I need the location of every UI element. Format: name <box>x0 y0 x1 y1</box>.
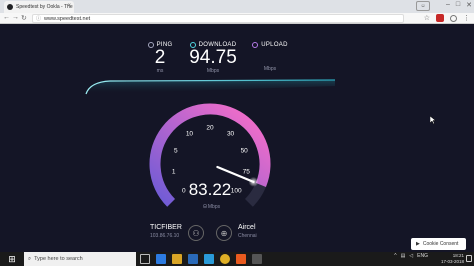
taskbar-clock[interactable]: 18:21 17-03-2018 <box>441 253 464 265</box>
back-arrow-icon[interactable]: ← <box>3 14 10 21</box>
server-name[interactable]: Aircel <box>238 224 256 231</box>
server-location: Chennai <box>238 233 257 239</box>
mail-icon[interactable] <box>204 254 214 264</box>
isp-name: TICFIBER <box>150 224 182 231</box>
store-icon[interactable] <box>188 254 198 264</box>
extension-area: ☆ ⋮ <box>424 14 470 22</box>
globe-icon[interactable]: ⊕ <box>216 225 232 241</box>
address-bar: ← → ↻ ⓘ www.speedtest.net ☆ ⋮ <box>0 13 474 24</box>
edge-icon[interactable] <box>156 254 166 264</box>
search-icon: ⌕ <box>28 255 32 262</box>
gauge-scale-label: 5 <box>174 147 178 154</box>
extension-grey-icon[interactable] <box>450 14 457 22</box>
menu-dots-icon[interactable]: ⋮ <box>463 14 470 22</box>
app-orange-icon[interactable] <box>236 254 246 264</box>
tab-close-icon[interactable]: × <box>67 3 71 9</box>
window-controls: – □ ✕ <box>446 1 472 9</box>
maximize-button[interactable]: □ <box>456 1 460 9</box>
volume-icon[interactable]: ◁ <box>409 253 413 259</box>
gauge-value: 83.22 <box>189 180 232 199</box>
gauge-scale-label: 10 <box>186 131 194 138</box>
speedtest-favicon-icon <box>7 4 13 10</box>
speedtest-stage: PING 2 ms DOWNLOAD 94.75 Mbps UPLOAD Mbp… <box>0 24 474 241</box>
gauge-scale-label: 100 <box>231 188 242 195</box>
file-explorer-icon[interactable] <box>172 254 182 264</box>
system-tray: ^ ▤ ◁ ENG <box>394 253 428 259</box>
browser-tab-bar: Speedtest by Ookla - The × ☺ – □ ✕ <box>0 0 474 13</box>
download-small-icon: ⊝ <box>202 203 207 210</box>
forward-arrow-icon[interactable]: → <box>12 14 19 21</box>
windows-start-icon[interactable]: ⊞ <box>0 252 24 266</box>
cookie-consent-button[interactable]: ▶ Cookie Consent <box>411 238 466 250</box>
gauge-unit: Mbps <box>208 204 221 210</box>
cookie-consent-label: Cookie Consent <box>422 241 459 247</box>
extension-red-icon[interactable] <box>436 14 444 22</box>
isp-ip: 103.86.76.10 <box>150 233 180 239</box>
gauge-scale-label: 30 <box>227 131 235 138</box>
taskbar: ⊞ ⌕ Type here to search ^ ▤ ◁ ENG 18:21 … <box>0 252 474 266</box>
chrome-icon[interactable] <box>220 254 230 264</box>
close-window-button[interactable]: ✕ <box>466 1 472 9</box>
taskbar-search-input[interactable]: ⌕ Type here to search <box>24 252 136 266</box>
clock-date: 17-03-2018 <box>440 259 464 264</box>
gauge-scale-label: 0 <box>182 188 186 195</box>
gauge-scale-label: 50 <box>241 147 249 154</box>
mouse-cursor <box>430 116 436 124</box>
minimize-button[interactable]: – <box>446 1 450 9</box>
gauge-scale-label: 20 <box>206 125 214 132</box>
task-view-icon[interactable] <box>140 254 150 264</box>
gauge-scale-label: 75 <box>243 169 251 176</box>
tab-title: Speedtest by Ookla - The <box>16 4 73 10</box>
user-profile-icon[interactable]: ☺ <box>416 1 430 11</box>
gauge-scale-label: 1 <box>172 169 176 176</box>
shield-icon: ▶ <box>416 241 420 247</box>
tray-up-arrow-icon[interactable]: ^ <box>394 253 396 259</box>
bookmark-star-icon[interactable]: ☆ <box>424 14 430 22</box>
graph-fill <box>86 80 335 94</box>
url-text: www.speedtest.net <box>44 15 91 22</box>
speed-gauge: 0 1 5 10 20 30 50 75 100 83.22 Mbps ⊝ <box>149 103 271 210</box>
browser-tab[interactable]: Speedtest by Ookla - The × <box>4 1 74 13</box>
reload-icon[interactable]: ↻ <box>21 14 27 22</box>
network-icon[interactable]: ▤ <box>401 253 406 259</box>
tray-language[interactable]: ENG <box>417 253 428 259</box>
needle-tip-glow <box>248 176 259 187</box>
taskbar-search-placeholder: Type here to search <box>34 256 83 262</box>
app-grey-icon[interactable] <box>252 254 262 264</box>
info-icon: ⓘ <box>36 16 42 22</box>
url-input[interactable]: ⓘ www.speedtest.net <box>32 14 404 23</box>
action-center-icon[interactable] <box>466 255 472 262</box>
user-icon[interactable]: ⚇ <box>188 225 204 241</box>
